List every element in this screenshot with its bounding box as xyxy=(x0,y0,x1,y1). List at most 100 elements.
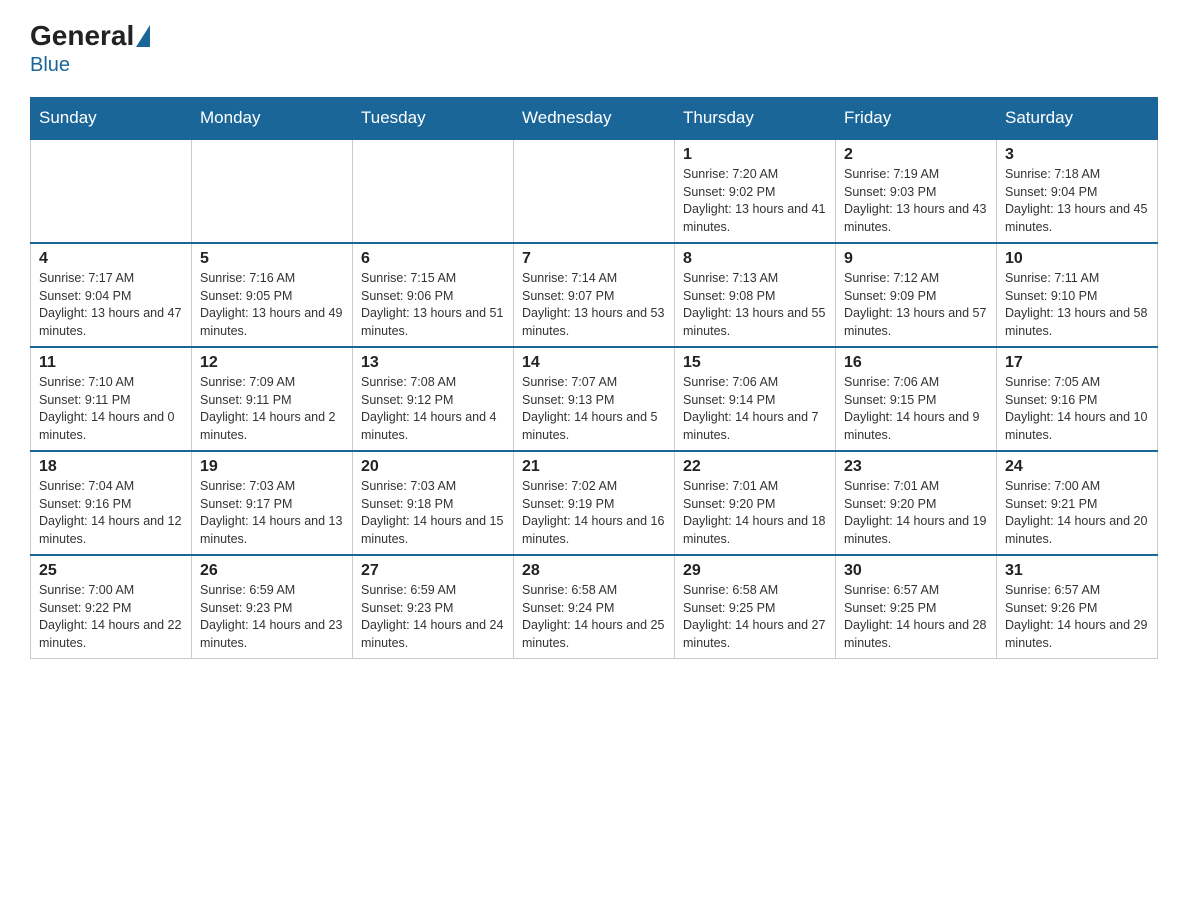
calendar-header-row: SundayMondayTuesdayWednesdayThursdayFrid… xyxy=(31,98,1158,140)
calendar-cell: 22 Sunrise: 7:01 AMSunset: 9:20 PMDayligh… xyxy=(675,451,836,555)
calendar-cell: 19 Sunrise: 7:03 AMSunset: 9:17 PMDayligh… xyxy=(192,451,353,555)
calendar-cell xyxy=(192,139,353,243)
day-number: 17 xyxy=(1005,354,1149,372)
calendar-cell: 13 Sunrise: 7:08 AMSunset: 9:12 PMDayligh… xyxy=(353,347,514,451)
day-info: Sunrise: 7:15 AMSunset: 9:06 PMDaylight:… xyxy=(361,270,505,340)
day-number: 4 xyxy=(39,250,183,268)
column-header-friday: Friday xyxy=(836,98,997,140)
day-info: Sunrise: 6:58 AMSunset: 9:24 PMDaylight:… xyxy=(522,582,666,652)
calendar-cell: 28 Sunrise: 6:58 AMSunset: 9:24 PMDayligh… xyxy=(514,555,675,659)
day-number: 2 xyxy=(844,146,988,164)
calendar-table: SundayMondayTuesdayWednesdayThursdayFrid… xyxy=(30,97,1158,659)
day-info: Sunrise: 7:19 AMSunset: 9:03 PMDaylight:… xyxy=(844,166,988,236)
calendar-cell: 21 Sunrise: 7:02 AMSunset: 9:19 PMDayligh… xyxy=(514,451,675,555)
calendar-cell xyxy=(31,139,192,243)
day-number: 9 xyxy=(844,250,988,268)
calendar-cell: 29 Sunrise: 6:58 AMSunset: 9:25 PMDayligh… xyxy=(675,555,836,659)
day-info: Sunrise: 7:20 AMSunset: 9:02 PMDaylight:… xyxy=(683,166,827,236)
day-number: 27 xyxy=(361,562,505,580)
day-info: Sunrise: 7:05 AMSunset: 9:16 PMDaylight:… xyxy=(1005,374,1149,444)
day-info: Sunrise: 7:12 AMSunset: 9:09 PMDaylight:… xyxy=(844,270,988,340)
day-info: Sunrise: 7:01 AMSunset: 9:20 PMDaylight:… xyxy=(683,478,827,548)
day-info: Sunrise: 7:03 AMSunset: 9:18 PMDaylight:… xyxy=(361,478,505,548)
day-number: 6 xyxy=(361,250,505,268)
calendar-cell: 1 Sunrise: 7:20 AMSunset: 9:02 PMDaylight… xyxy=(675,139,836,243)
day-info: Sunrise: 7:13 AMSunset: 9:08 PMDaylight:… xyxy=(683,270,827,340)
day-number: 21 xyxy=(522,458,666,476)
day-number: 8 xyxy=(683,250,827,268)
calendar-cell: 18 Sunrise: 7:04 AMSunset: 9:16 PMDayligh… xyxy=(31,451,192,555)
calendar-cell: 7Sunrise: 7:14 AMSunset: 9:07 PMDaylight… xyxy=(514,243,675,347)
day-number: 26 xyxy=(200,562,344,580)
day-info: Sunrise: 6:59 AMSunset: 9:23 PMDaylight:… xyxy=(361,582,505,652)
day-info: Sunrise: 7:17 AMSunset: 9:04 PMDaylight:… xyxy=(39,270,183,340)
calendar-cell: 12Sunrise: 7:09 AMSunset: 9:11 PMDayligh… xyxy=(192,347,353,451)
logo-blue-text: Blue xyxy=(30,54,70,77)
day-number: 29 xyxy=(683,562,827,580)
day-info: Sunrise: 7:02 AMSunset: 9:19 PMDaylight:… xyxy=(522,478,666,548)
calendar-cell: 30Sunrise: 6:57 AMSunset: 9:25 PMDayligh… xyxy=(836,555,997,659)
day-number: 20 xyxy=(361,458,505,476)
calendar-cell: 14 Sunrise: 7:07 AMSunset: 9:13 PMDayligh… xyxy=(514,347,675,451)
calendar-cell: 8 Sunrise: 7:13 AMSunset: 9:08 PMDaylight… xyxy=(675,243,836,347)
calendar-cell: 10Sunrise: 7:11 AMSunset: 9:10 PMDayligh… xyxy=(997,243,1158,347)
week-row-2: 4 Sunrise: 7:17 AMSunset: 9:04 PMDaylight… xyxy=(31,243,1158,347)
day-number: 5 xyxy=(200,250,344,268)
day-info: Sunrise: 7:03 AMSunset: 9:17 PMDaylight:… xyxy=(200,478,344,548)
column-header-thursday: Thursday xyxy=(675,98,836,140)
calendar-cell: 31Sunrise: 6:57 AMSunset: 9:26 PMDayligh… xyxy=(997,555,1158,659)
calendar-cell: 24Sunrise: 7:00 AMSunset: 9:21 PMDayligh… xyxy=(997,451,1158,555)
day-number: 14 xyxy=(522,354,666,372)
calendar-cell: 4 Sunrise: 7:17 AMSunset: 9:04 PMDaylight… xyxy=(31,243,192,347)
calendar-cell: 11 Sunrise: 7:10 AMSunset: 9:11 PMDayligh… xyxy=(31,347,192,451)
day-info: Sunrise: 7:00 AMSunset: 9:21 PMDaylight:… xyxy=(1005,478,1149,548)
logo-general-text: General xyxy=(30,20,134,52)
day-info: Sunrise: 7:11 AMSunset: 9:10 PMDaylight:… xyxy=(1005,270,1149,340)
day-number: 12 xyxy=(200,354,344,372)
day-info: Sunrise: 7:06 AMSunset: 9:14 PMDaylight:… xyxy=(683,374,827,444)
calendar-cell: 5Sunrise: 7:16 AMSunset: 9:05 PMDaylight… xyxy=(192,243,353,347)
logo: General Blue xyxy=(30,20,152,77)
day-info: Sunrise: 7:10 AMSunset: 9:11 PMDaylight:… xyxy=(39,374,183,444)
column-header-sunday: Sunday xyxy=(31,98,192,140)
column-header-wednesday: Wednesday xyxy=(514,98,675,140)
calendar-cell xyxy=(514,139,675,243)
week-row-4: 18 Sunrise: 7:04 AMSunset: 9:16 PMDayligh… xyxy=(31,451,1158,555)
day-number: 23 xyxy=(844,458,988,476)
day-number: 11 xyxy=(39,354,183,372)
day-number: 18 xyxy=(39,458,183,476)
day-info: Sunrise: 7:00 AMSunset: 9:22 PMDaylight:… xyxy=(39,582,183,652)
day-number: 1 xyxy=(683,146,827,164)
calendar-cell: 17 Sunrise: 7:05 AMSunset: 9:16 PMDayligh… xyxy=(997,347,1158,451)
calendar-cell: 26Sunrise: 6:59 AMSunset: 9:23 PMDayligh… xyxy=(192,555,353,659)
calendar-cell: 16Sunrise: 7:06 AMSunset: 9:15 PMDayligh… xyxy=(836,347,997,451)
calendar-cell: 9 Sunrise: 7:12 AMSunset: 9:09 PMDaylight… xyxy=(836,243,997,347)
day-info: Sunrise: 6:58 AMSunset: 9:25 PMDaylight:… xyxy=(683,582,827,652)
calendar-cell: 6 Sunrise: 7:15 AMSunset: 9:06 PMDaylight… xyxy=(353,243,514,347)
calendar-cell: 25 Sunrise: 7:00 AMSunset: 9:22 PMDayligh… xyxy=(31,555,192,659)
day-number: 28 xyxy=(522,562,666,580)
day-number: 22 xyxy=(683,458,827,476)
column-header-saturday: Saturday xyxy=(997,98,1158,140)
day-info: Sunrise: 7:04 AMSunset: 9:16 PMDaylight:… xyxy=(39,478,183,548)
week-row-1: 1 Sunrise: 7:20 AMSunset: 9:02 PMDaylight… xyxy=(31,139,1158,243)
day-info: Sunrise: 7:18 AMSunset: 9:04 PMDaylight:… xyxy=(1005,166,1149,236)
week-row-3: 11 Sunrise: 7:10 AMSunset: 9:11 PMDayligh… xyxy=(31,347,1158,451)
day-info: Sunrise: 6:57 AMSunset: 9:26 PMDaylight:… xyxy=(1005,582,1149,652)
calendar-cell: 15Sunrise: 7:06 AMSunset: 9:14 PMDayligh… xyxy=(675,347,836,451)
page-header: General Blue xyxy=(30,20,1158,77)
day-number: 13 xyxy=(361,354,505,372)
day-info: Sunrise: 7:08 AMSunset: 9:12 PMDaylight:… xyxy=(361,374,505,444)
day-info: Sunrise: 7:14 AMSunset: 9:07 PMDaylight:… xyxy=(522,270,666,340)
calendar-cell: 3 Sunrise: 7:18 AMSunset: 9:04 PMDaylight… xyxy=(997,139,1158,243)
column-header-tuesday: Tuesday xyxy=(353,98,514,140)
logo-triangle-icon xyxy=(136,25,150,47)
day-number: 3 xyxy=(1005,146,1149,164)
day-info: Sunrise: 7:07 AMSunset: 9:13 PMDaylight:… xyxy=(522,374,666,444)
calendar-cell xyxy=(353,139,514,243)
day-number: 25 xyxy=(39,562,183,580)
calendar-cell: 2 Sunrise: 7:19 AMSunset: 9:03 PMDaylight… xyxy=(836,139,997,243)
day-number: 19 xyxy=(200,458,344,476)
calendar-cell: 23Sunrise: 7:01 AMSunset: 9:20 PMDayligh… xyxy=(836,451,997,555)
calendar-cell: 20 Sunrise: 7:03 AMSunset: 9:18 PMDayligh… xyxy=(353,451,514,555)
